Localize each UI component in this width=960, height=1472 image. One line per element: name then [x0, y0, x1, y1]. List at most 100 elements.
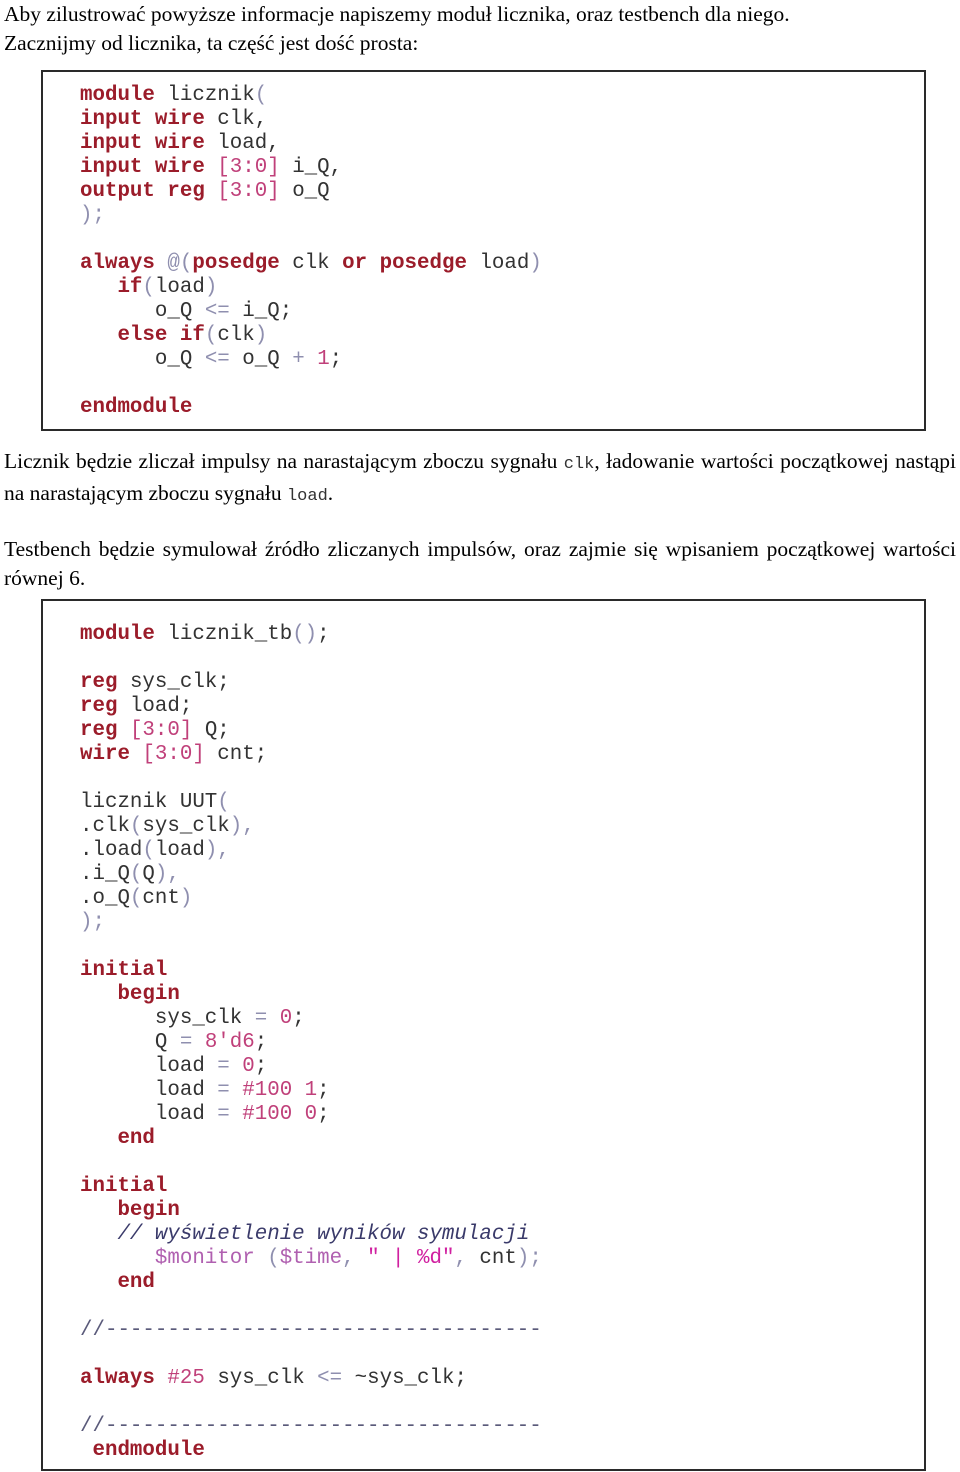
- port: .load: [80, 839, 143, 862]
- number: 0: [304, 1103, 318, 1126]
- identifier: o_Q: [292, 180, 330, 203]
- keyword: posedge: [192, 252, 280, 275]
- punctuation: ;: [317, 1103, 330, 1126]
- punctuation: );: [80, 911, 105, 934]
- identifier: cnt: [142, 887, 180, 910]
- operator: =: [217, 1103, 230, 1126]
- identifier: load,: [217, 132, 280, 155]
- identifier: sys_clk: [154, 1007, 243, 1030]
- operator: <=: [204, 300, 230, 323]
- code-line: else if(clk): [80, 324, 542, 348]
- code-line: load = #100 0;: [80, 1103, 542, 1127]
- keyword: input: [80, 132, 143, 155]
- punctuation: ): [229, 815, 243, 838]
- keyword: endmodule: [92, 1439, 205, 1462]
- identifier: load: [154, 839, 205, 862]
- operator: <=: [204, 348, 230, 371]
- code-line: reg load;: [80, 695, 542, 719]
- punctuation: (: [217, 791, 230, 814]
- code-line: wire [3:0] cnt;: [80, 743, 542, 767]
- keyword: endmodule: [80, 396, 193, 419]
- inline-code: clk: [563, 455, 595, 474]
- keyword: wire: [154, 132, 205, 155]
- code-block-licznik: module licznik(input wire clk, input wire…: [41, 70, 926, 431]
- identifier: Q: [142, 863, 155, 886]
- keyword: reg: [80, 671, 118, 694]
- inline-code: load: [286, 487, 328, 506]
- punctuation: (: [129, 863, 143, 886]
- code-line: load = #100 1;: [80, 1079, 542, 1103]
- code-line: if(load): [80, 276, 542, 300]
- punctuation: ;: [317, 1079, 330, 1102]
- code-line: reg sys_clk;: [80, 671, 542, 695]
- keyword: always: [80, 1367, 155, 1390]
- system-task: $monitor: [154, 1247, 255, 1270]
- code-line: input wire clk,: [80, 108, 542, 132]
- code-line: endmodule: [80, 396, 542, 420]
- identifier: Q;: [204, 719, 230, 742]
- keyword: end: [117, 1271, 155, 1294]
- identifier: licznik_tb: [167, 623, 293, 646]
- keyword: module: [80, 84, 155, 107]
- delay: #25: [167, 1367, 205, 1390]
- code-line: //-----------------------------------: [80, 1319, 542, 1343]
- keyword: wire: [154, 156, 205, 179]
- punctuation: ;: [254, 1055, 268, 1078]
- punctuation: );: [80, 204, 105, 227]
- identifier: i_Q,: [292, 156, 343, 179]
- operator: +: [292, 348, 305, 371]
- identifier: load: [479, 252, 530, 275]
- code-line: o_Q <= o_Q + 1;: [80, 348, 542, 372]
- punctuation: (: [129, 815, 143, 838]
- code-line: end: [80, 1127, 542, 1151]
- intro-line-2: Zacznijmy od licznika, ta część jest doś…: [4, 31, 419, 55]
- code-line: always #25 sys_clk <= ~sys_clk;: [80, 1367, 542, 1391]
- code-line: endmodule: [80, 1439, 542, 1463]
- punctuation: ): [154, 863, 168, 886]
- keyword: module: [80, 623, 155, 646]
- separator-comment: //-----------------------------------: [80, 1319, 542, 1342]
- description-paragraph-1: Licznik będzie zliczał impulsy na narast…: [4, 447, 956, 511]
- code-line: Q = 8'd6;: [80, 1031, 542, 1055]
- code-line: //-----------------------------------: [80, 1415, 542, 1439]
- identifier: clk,: [217, 108, 268, 131]
- range: [3:0]: [142, 743, 205, 766]
- code-line: reg [3:0] Q;: [80, 719, 542, 743]
- punctuation: ): [529, 252, 542, 275]
- range: [3:0]: [217, 156, 280, 179]
- punctuation: ): [204, 839, 218, 862]
- punctuation: ,: [454, 1247, 480, 1270]
- operator: <=: [317, 1367, 343, 1390]
- identifier: sys_clk: [217, 1367, 305, 1390]
- code-line: input wire [3:0] i_Q,: [80, 156, 542, 180]
- operator: =: [217, 1055, 230, 1078]
- identifier: cnt;: [217, 743, 268, 766]
- code-line: .clk(sys_clk),: [80, 815, 542, 839]
- punctuation: ,: [342, 1247, 368, 1270]
- comment: // wyświetlenie wyników symulacji: [117, 1223, 530, 1246]
- punctuation: ;: [329, 348, 343, 371]
- keyword: input: [80, 108, 143, 131]
- identifier: sys_clk: [142, 815, 230, 838]
- identifier: i_Q;: [242, 300, 293, 323]
- keyword: begin: [117, 1199, 180, 1222]
- identifier: load: [154, 1103, 205, 1126]
- code-line: load = 0;: [80, 1055, 542, 1079]
- code-line: output reg [3:0] o_Q: [80, 180, 542, 204]
- port: .o_Q: [80, 887, 130, 910]
- keyword: reg: [80, 695, 118, 718]
- code-line: .load(load),: [80, 839, 542, 863]
- keyword: reg: [80, 719, 118, 742]
- code-line: .o_Q(cnt): [80, 887, 542, 911]
- delay: #100: [242, 1079, 293, 1102]
- code-line: );: [80, 911, 542, 935]
- keyword: or: [342, 252, 368, 275]
- keyword: reg: [167, 180, 205, 203]
- identifier: sys_clk;: [129, 671, 230, 694]
